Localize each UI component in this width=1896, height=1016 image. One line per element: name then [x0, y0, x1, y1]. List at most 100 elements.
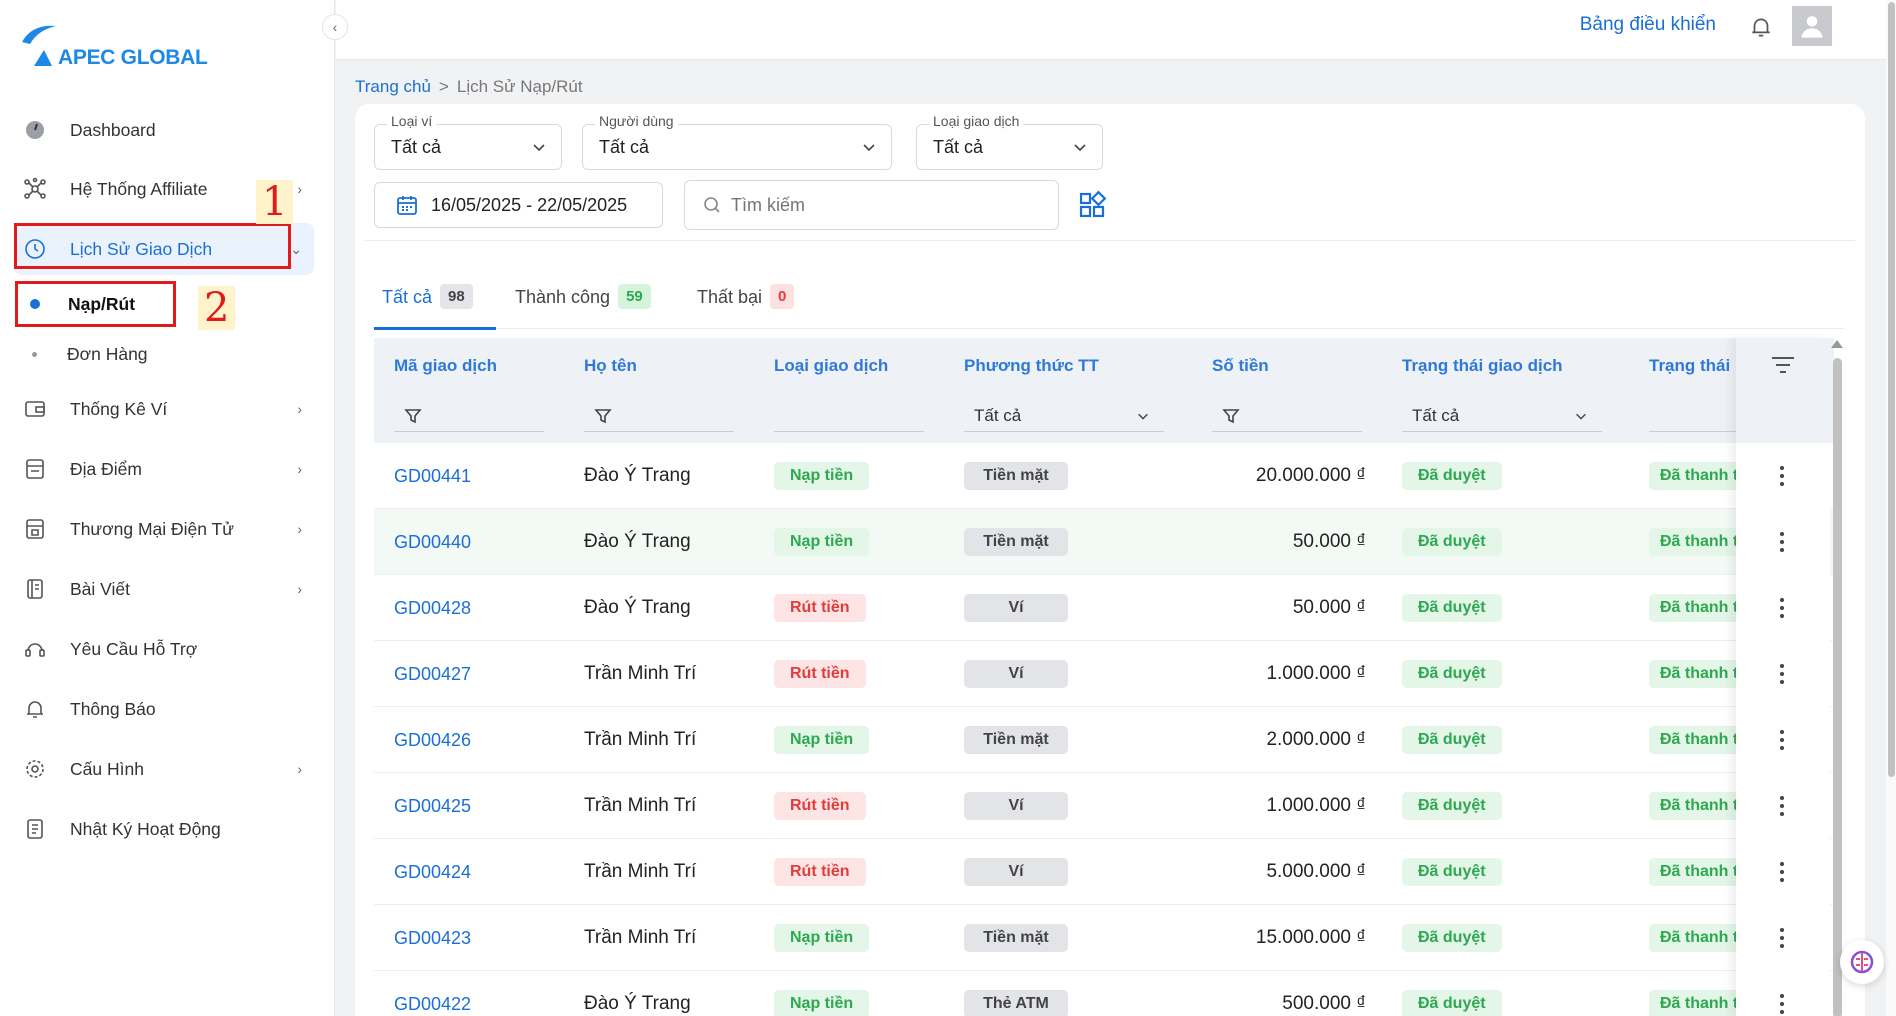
- status-badge: Đã duyệt: [1402, 792, 1502, 820]
- transaction-type-badge: Nạp tiền: [774, 528, 870, 556]
- more-actions-icon[interactable]: [1770, 530, 1794, 554]
- sidebar-item-dashboard[interactable]: Dashboard: [14, 104, 314, 156]
- transaction-type-select[interactable]: Loại giao dịch Tất cả: [916, 113, 1103, 170]
- more-actions-icon[interactable]: [1770, 860, 1794, 884]
- status-badge: Đã duyệt: [1402, 858, 1502, 886]
- tab-failed[interactable]: Thất bại 0: [697, 279, 795, 329]
- payment-method-cell: Tiền mặt: [964, 509, 1068, 575]
- sidebar-item-wallet-stats[interactable]: Thống Kê Ví ›: [14, 383, 314, 435]
- gear-icon: [22, 756, 48, 782]
- sidebar-subitem-don-hang[interactable]: Đơn Hàng: [14, 330, 314, 378]
- breadcrumb-home[interactable]: Trang chủ: [355, 77, 431, 97]
- transaction-code-link[interactable]: GD00441: [394, 443, 471, 509]
- transaction-type-badge: Nạp tiền: [774, 924, 870, 952]
- gauge-icon: [22, 117, 48, 143]
- more-actions-icon[interactable]: [1770, 992, 1794, 1016]
- store-icon: [22, 456, 48, 482]
- tab-all[interactable]: Tất cả 98: [374, 279, 496, 330]
- more-actions-icon[interactable]: [1770, 926, 1794, 950]
- sidebar-item-settings[interactable]: Cấu Hình ›: [14, 743, 314, 795]
- status-cell: Đã duyệt: [1402, 443, 1502, 509]
- status-badge: Đã duyệt: [1402, 726, 1502, 754]
- table-row[interactable]: GD00425 Trần Minh Trí Rút tiền Ví 1.000.000 …: [374, 773, 1834, 839]
- brand-logo[interactable]: APEC GLOBAL: [18, 22, 228, 72]
- table-row[interactable]: GD00440 Đào Ý Trang Nạp tiền Tiền mặt 50.000…: [374, 509, 1834, 575]
- column-header-status[interactable]: Trạng thái giao dịch: [1402, 356, 1563, 376]
- table-scrollbar-thumb[interactable]: [1833, 358, 1842, 1016]
- transaction-code-link[interactable]: GD00425: [394, 773, 471, 839]
- table-row[interactable]: GD00427 Trần Minh Trí Rút tiền Ví 1.000.000 …: [374, 641, 1834, 707]
- table-row[interactable]: GD00422 Đào Ý Trang Nạp tiền Thẻ ATM 500.000…: [374, 971, 1834, 1016]
- more-actions-icon[interactable]: [1770, 794, 1794, 818]
- grid-view-icon[interactable]: [1077, 190, 1107, 220]
- wallet-type-select[interactable]: Loại ví Tất cả: [374, 113, 562, 170]
- more-actions-icon[interactable]: [1770, 662, 1794, 686]
- date-range-picker[interactable]: 16/05/2025 - 22/05/2025: [374, 182, 663, 228]
- sidebar-item-articles[interactable]: Bài Viết ›: [14, 563, 314, 615]
- code-filter[interactable]: [394, 400, 544, 432]
- sort-filter-icon: [1772, 357, 1794, 373]
- table-row[interactable]: GD00426 Trần Minh Trí Nạp tiền Tiền mặt 2.00…: [374, 707, 1834, 773]
- column-header-code[interactable]: Mã giao dịch: [394, 356, 497, 376]
- column-header-payment-status[interactable]: Trạng thái: [1649, 356, 1730, 376]
- column-header-type[interactable]: Loại giao dịch: [774, 356, 888, 376]
- table-row[interactable]: GD00424 Trần Minh Trí Rút tiền Ví 5.000.000 …: [374, 839, 1834, 905]
- bell-icon[interactable]: [1746, 12, 1776, 42]
- payment-method-cell: Ví: [964, 773, 1068, 839]
- tab-success[interactable]: Thành công 59: [515, 279, 651, 329]
- status-filter-select[interactable]: Tất cả: [1402, 400, 1602, 432]
- main-card: Loại ví Tất cả Người dùng Tất cả Loại gi…: [355, 104, 1865, 1016]
- chevron-right-icon: ›: [297, 581, 302, 597]
- search-box[interactable]: [684, 180, 1059, 230]
- sidebar-item-locations[interactable]: Địa Điểm ›: [14, 443, 314, 495]
- transaction-code-link[interactable]: GD00426: [394, 707, 471, 773]
- amount-cell: 2.000.000 ₫: [1266, 729, 1366, 750]
- amount-filter[interactable]: [1212, 400, 1362, 432]
- payment-status-cell: Đã thanh t: [1649, 773, 1750, 839]
- dashboard-link[interactable]: Bảng điều khiển: [1580, 14, 1716, 36]
- sidebar-item-activity-log[interactable]: Nhật Ký Hoạt Động: [14, 803, 314, 855]
- chevron-down-icon: [533, 144, 545, 152]
- search-icon: [704, 197, 720, 213]
- table-row[interactable]: GD00428 Đào Ý Trang Rút tiền Ví 50.000 ₫ Đã d…: [374, 575, 1834, 641]
- tab-count-badge: 98: [440, 284, 473, 309]
- payment-method-badge: Ví: [964, 594, 1068, 622]
- transaction-code-link[interactable]: GD00424: [394, 839, 471, 905]
- transaction-code-link[interactable]: GD00422: [394, 971, 471, 1016]
- transaction-code-link[interactable]: GD00423: [394, 905, 471, 971]
- more-actions-icon[interactable]: [1770, 728, 1794, 752]
- sidebar-item-label: Dashboard: [70, 119, 156, 140]
- method-filter-select[interactable]: Tất cả: [964, 400, 1164, 432]
- tab-count-badge: 59: [618, 284, 651, 309]
- transaction-type-cell: Rút tiền: [774, 575, 866, 641]
- scroll-up-arrow-icon[interactable]: [1831, 340, 1843, 348]
- table-row[interactable]: GD00423 Trần Minh Trí Nạp tiền Tiền mặt 15.0…: [374, 905, 1834, 971]
- more-actions-icon[interactable]: [1770, 464, 1794, 488]
- status-badge: Đã duyệt: [1402, 924, 1502, 952]
- assistant-button[interactable]: [1840, 940, 1884, 984]
- user-avatar[interactable]: [1792, 6, 1832, 46]
- sidebar-item-ecommerce[interactable]: Thương Mại Điện Tử ›: [14, 503, 314, 555]
- table-row[interactable]: GD00441 Đào Ý Trang Nạp tiền Tiền mặt 20.000…: [374, 443, 1834, 509]
- column-settings-button[interactable]: [1736, 338, 1830, 443]
- column-header-method[interactable]: Phương thức TT: [964, 356, 1099, 376]
- amount-cell: 500.000 ₫: [1282, 993, 1366, 1014]
- column-header-name[interactable]: Họ tên: [584, 356, 637, 376]
- transaction-code-link[interactable]: GD00427: [394, 641, 471, 707]
- more-actions-icon[interactable]: [1770, 596, 1794, 620]
- page-scrollbar[interactable]: [1886, 0, 1896, 1016]
- name-filter[interactable]: [584, 400, 734, 432]
- sidebar-item-support[interactable]: Yêu Cầu Hỗ Trợ: [14, 623, 314, 675]
- breadcrumb-separator: >: [438, 77, 449, 96]
- sidebar-item-notifications[interactable]: Thông Báo: [14, 683, 314, 735]
- transaction-type-badge: Nạp tiền: [774, 990, 870, 1016]
- transaction-code-link[interactable]: GD00440: [394, 509, 471, 575]
- user-select[interactable]: Người dùng Tất cả: [582, 113, 892, 170]
- payment-method-cell: Thẻ ATM: [964, 971, 1068, 1016]
- collapse-sidebar-button[interactable]: ‹: [322, 14, 348, 40]
- transaction-code-link[interactable]: GD00428: [394, 575, 471, 641]
- column-header-amount[interactable]: Số tiền: [1212, 356, 1269, 376]
- page-scrollbar-thumb[interactable]: [1888, 2, 1895, 777]
- tab-label: Tất cả: [382, 287, 433, 307]
- search-input[interactable]: [731, 194, 1031, 216]
